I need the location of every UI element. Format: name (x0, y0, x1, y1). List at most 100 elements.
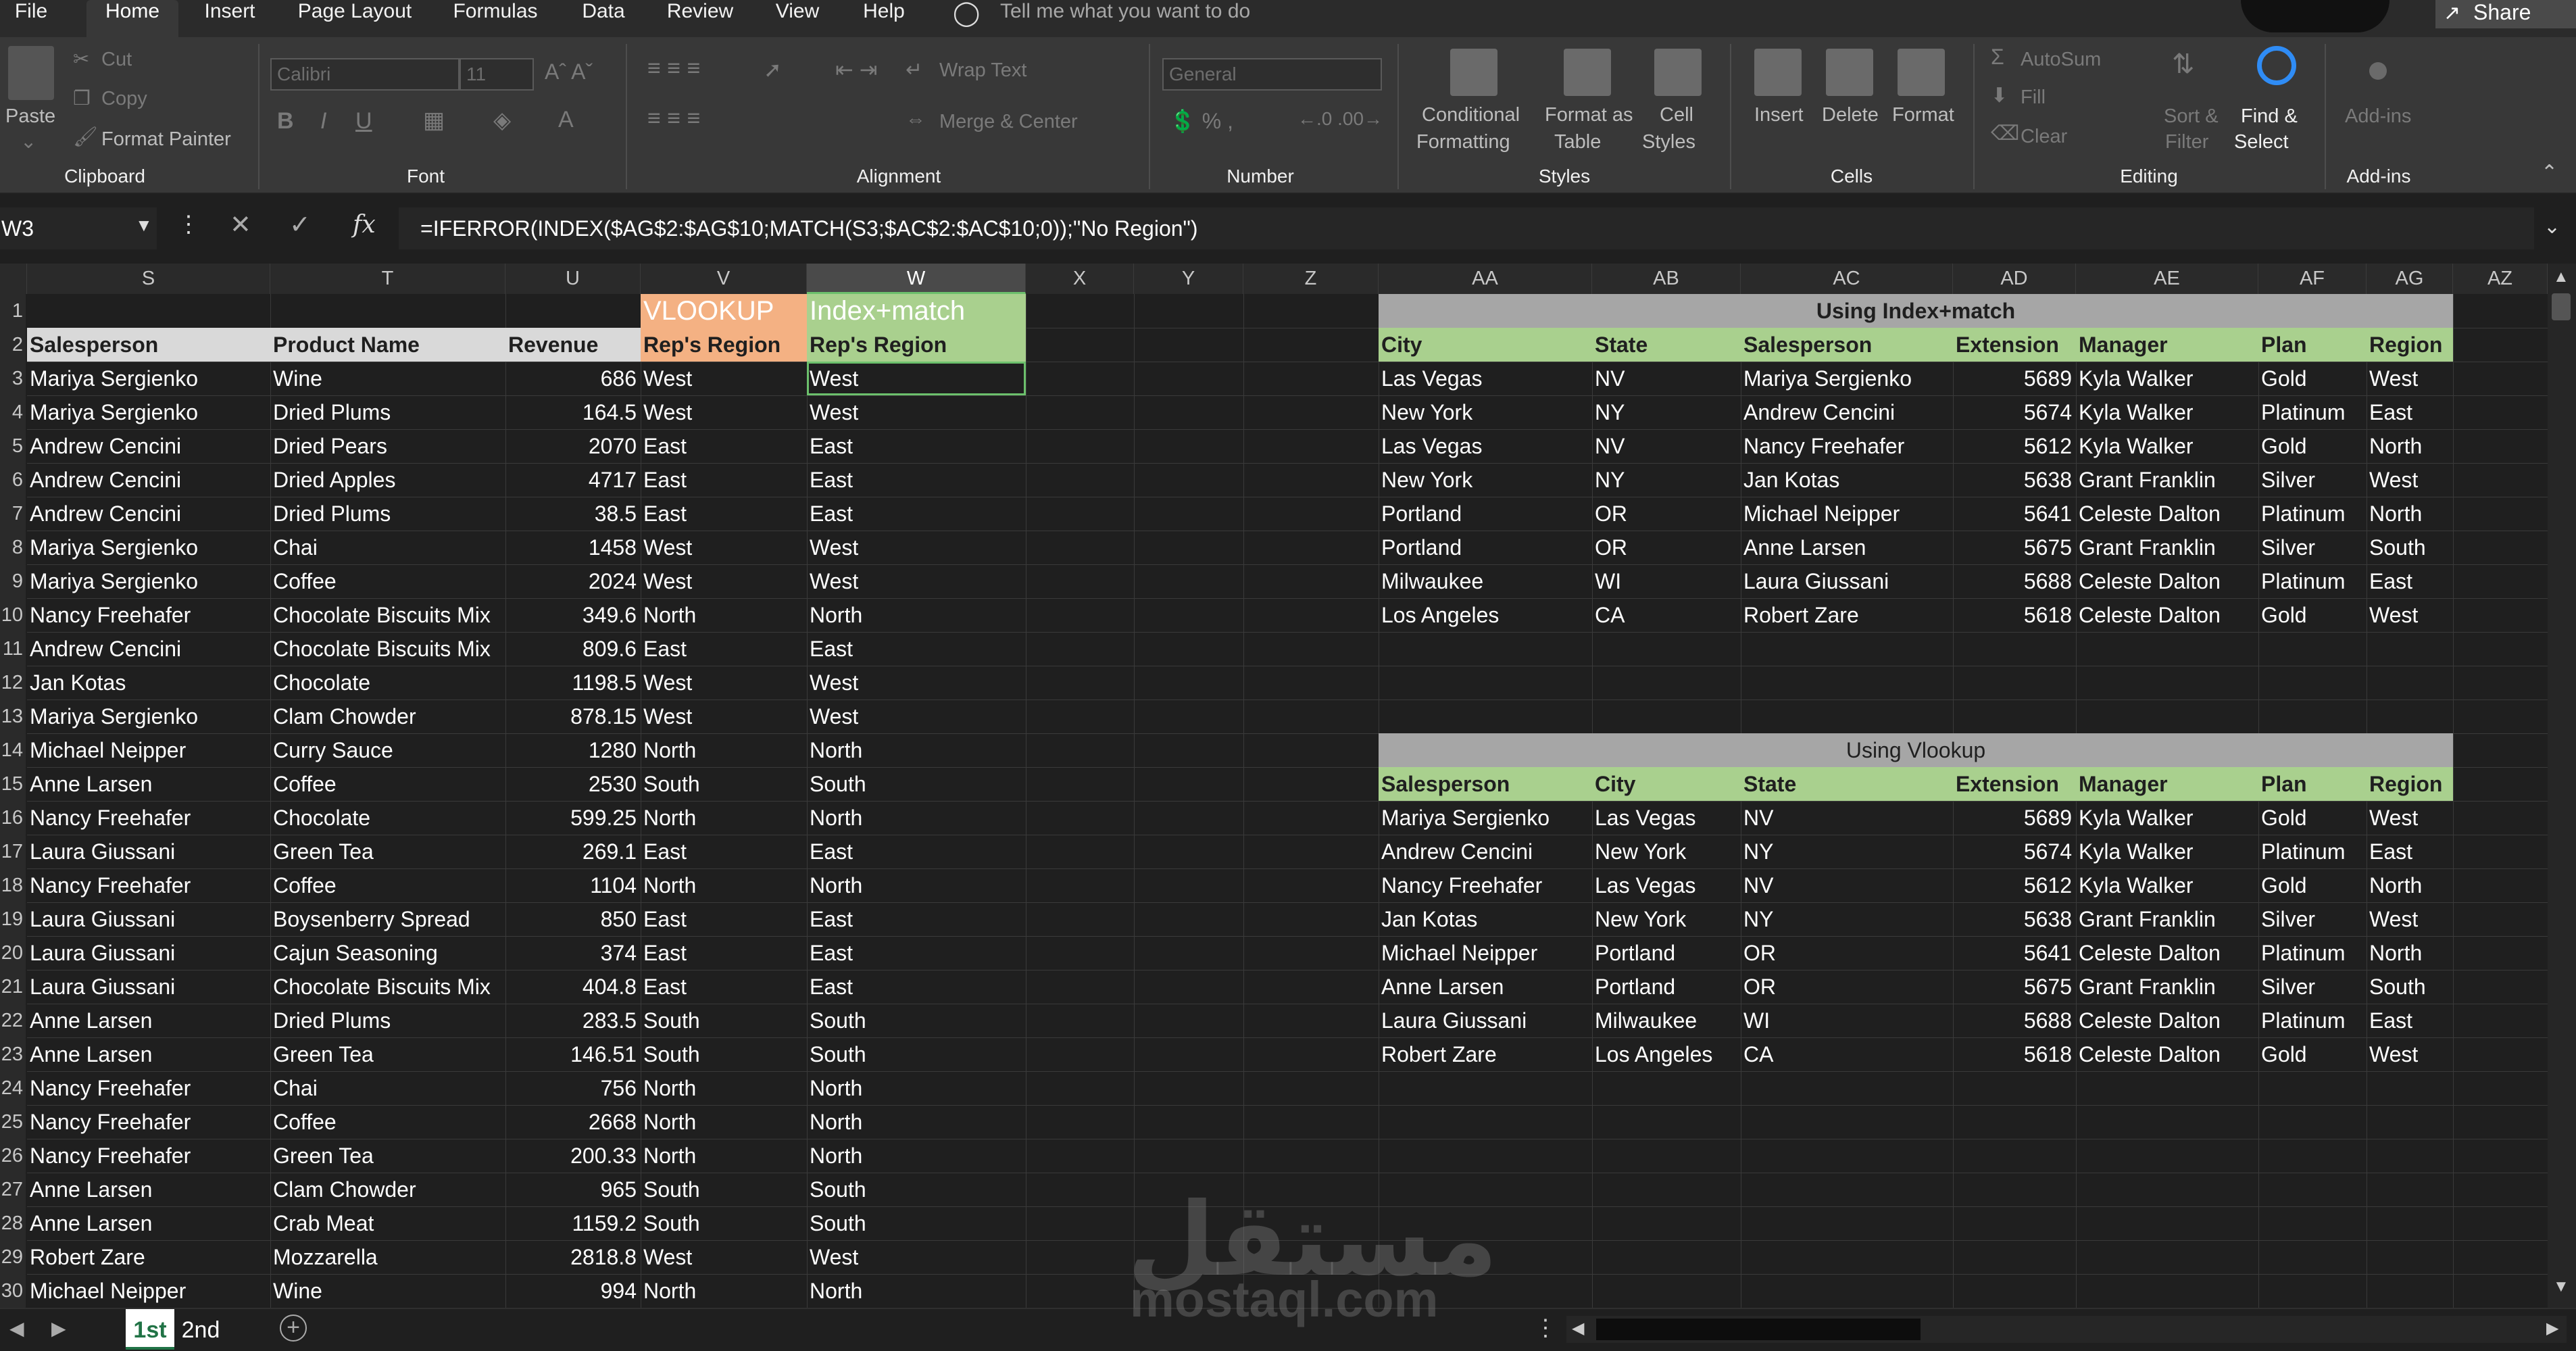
vlookup-table-cell[interactable]: Celeste Dalton (2076, 936, 2258, 970)
index-region-cell[interactable]: East (807, 497, 1026, 531)
product-cell[interactable]: Chocolate (270, 666, 505, 699)
row-header[interactable]: 25 (0, 1105, 26, 1139)
index-table-cell[interactable]: North (2367, 429, 2453, 463)
orientation-icon[interactable]: ➚ (764, 57, 782, 82)
revenue-cell[interactable]: 599.25 (505, 801, 641, 835)
format-painter-button[interactable]: Format Painter (101, 128, 231, 151)
index-region-cell[interactable]: East (807, 463, 1026, 497)
row-header[interactable]: 23 (0, 1037, 26, 1071)
vlookup-table-cell[interactable]: 5675 (1953, 970, 2076, 1004)
currency-icon[interactable]: 💲 % , (1169, 108, 1233, 134)
profile-avatar[interactable] (2241, 0, 2389, 32)
vlookup-table-cell[interactable]: Kyla Walker (2076, 801, 2258, 835)
row-header[interactable]: 18 (0, 868, 26, 902)
vlookup-table-cell[interactable]: Anne Larsen (1379, 970, 1592, 1004)
vlookup-region-cell[interactable]: East (641, 632, 807, 666)
tab-view[interactable]: View (770, 0, 824, 37)
index-table-cell[interactable]: Portland (1379, 497, 1592, 531)
vlookup-table-cell[interactable]: Los Angeles (1592, 1037, 1741, 1071)
format-table-icon[interactable] (1564, 49, 1611, 96)
vlookup-table-cell[interactable]: Silver (2258, 902, 2367, 936)
product-cell[interactable]: Coffee (270, 564, 505, 598)
product-cell[interactable]: Dried Plums (270, 395, 505, 429)
index-table-cell[interactable]: East (2367, 395, 2453, 429)
product-cell[interactable]: Green Tea (270, 1037, 505, 1071)
tab-data[interactable]: Data (574, 0, 633, 37)
product-cell[interactable]: Clam Chowder (270, 699, 505, 733)
vlookup-table-cell[interactable]: Celeste Dalton (2076, 1004, 2258, 1037)
vlookup-table-cell[interactable]: NV (1741, 801, 1953, 835)
row-header[interactable]: 22 (0, 1004, 26, 1037)
tab-file[interactable]: File (0, 0, 62, 37)
column-label[interactable]: Region (2367, 767, 2453, 801)
index-table-cell[interactable]: 5618 (1953, 598, 2076, 632)
index-region-cell[interactable]: North (807, 1274, 1026, 1308)
vlookup-table-cell[interactable]: Robert Zare (1379, 1037, 1592, 1071)
index-region-cell[interactable]: East (807, 835, 1026, 868)
addins-icon[interactable] (2369, 62, 2387, 80)
vlookup-table-cell[interactable]: NY (1741, 835, 1953, 868)
column-label[interactable]: Revenue (505, 328, 641, 362)
vlookup-region-cell[interactable]: West (641, 564, 807, 598)
product-cell[interactable]: Boysenberry Spread (270, 902, 505, 936)
index-region-cell[interactable]: West (807, 564, 1026, 598)
vlookup-table-cell[interactable]: East (2367, 835, 2453, 868)
insert-cells-icon[interactable] (1754, 49, 1802, 96)
revenue-cell[interactable]: 994 (505, 1274, 641, 1308)
salesperson-cell[interactable]: Anne Larsen (27, 1004, 270, 1037)
row-header[interactable]: 19 (0, 902, 26, 936)
column-header-ad[interactable]: AD (1953, 264, 2076, 294)
autosum-button[interactable]: AutoSum (2021, 49, 2101, 71)
salesperson-cell[interactable]: Andrew Cencini (27, 429, 270, 463)
vlookup-table-cell[interactable]: Portland (1592, 970, 1741, 1004)
index-region-cell[interactable]: North (807, 1105, 1026, 1139)
column-label[interactable]: Product Name (270, 328, 505, 362)
vlookup-table-cell[interactable]: Las Vegas (1592, 801, 1741, 835)
product-cell[interactable]: Green Tea (270, 1139, 505, 1173)
index-table-cell[interactable]: NY (1592, 395, 1741, 429)
vlookup-table-cell[interactable]: CA (1741, 1037, 1953, 1071)
vlookup-region-cell[interactable]: West (641, 531, 807, 564)
product-cell[interactable]: Dried Apples (270, 463, 505, 497)
conditional-formatting-icon[interactable] (1450, 49, 1497, 96)
product-cell[interactable]: Clam Chowder (270, 1173, 505, 1206)
find-select-label-1[interactable]: Find & (2241, 105, 2298, 128)
salesperson-cell[interactable]: Nancy Freehafer (27, 1139, 270, 1173)
merge-center-button[interactable]: Merge & Center (939, 111, 1078, 133)
salesperson-cell[interactable]: Laura Giussani (27, 936, 270, 970)
vlookup-region-cell[interactable]: North (641, 868, 807, 902)
product-cell[interactable]: Chocolate Biscuits Mix (270, 598, 505, 632)
vlookup-region-cell[interactable]: East (641, 902, 807, 936)
cancel-formula-icon[interactable]: ✕ (230, 210, 251, 240)
salesperson-cell[interactable]: Andrew Cencini (27, 497, 270, 531)
fill-button[interactable]: Fill (2021, 87, 2046, 109)
column-header-t[interactable]: T (270, 264, 505, 294)
column-header-az[interactable]: AZ (2453, 264, 2548, 294)
index-table-cell[interactable]: Silver (2258, 463, 2367, 497)
revenue-cell[interactable]: 2818.8 (505, 1240, 641, 1274)
column-header-ac[interactable]: AC (1741, 264, 1953, 294)
vlookup-title[interactable]: VLOOKUP (641, 294, 807, 328)
vlookup-table-cell[interactable]: West (2367, 1037, 2453, 1071)
index-table-cell[interactable]: Grant Franklin (2076, 463, 2258, 497)
conditional-formatting-label-2[interactable]: Formatting (1416, 131, 1510, 153)
salesperson-cell[interactable]: Laura Giussani (27, 902, 270, 936)
vlookup-region-cell[interactable]: North (641, 598, 807, 632)
selected-cell-outline[interactable] (807, 362, 1026, 395)
index-region-cell[interactable]: North (807, 733, 1026, 767)
find-select-label-2[interactable]: Select (2234, 131, 2289, 153)
vlookup-table-cell[interactable]: 5638 (1953, 902, 2076, 936)
salesperson-cell[interactable]: Anne Larsen (27, 1206, 270, 1240)
index-table-cell[interactable]: Kyla Walker (2076, 362, 2258, 395)
column-header-w[interactable]: W (807, 264, 1026, 294)
index-table-cell[interactable]: Platinum (2258, 497, 2367, 531)
revenue-cell[interactable]: 686 (505, 362, 641, 395)
row-header[interactable]: 24 (0, 1071, 26, 1105)
index-table-cell[interactable]: Nancy Freehafer (1741, 429, 1953, 463)
row-header[interactable]: 7 (0, 497, 26, 531)
vlookup-table-cell[interactable]: 5674 (1953, 835, 2076, 868)
revenue-cell[interactable]: 4717 (505, 463, 641, 497)
product-cell[interactable]: Coffee (270, 868, 505, 902)
row-header[interactable]: 5 (0, 429, 26, 463)
index-table-cell[interactable]: 5641 (1953, 497, 2076, 531)
